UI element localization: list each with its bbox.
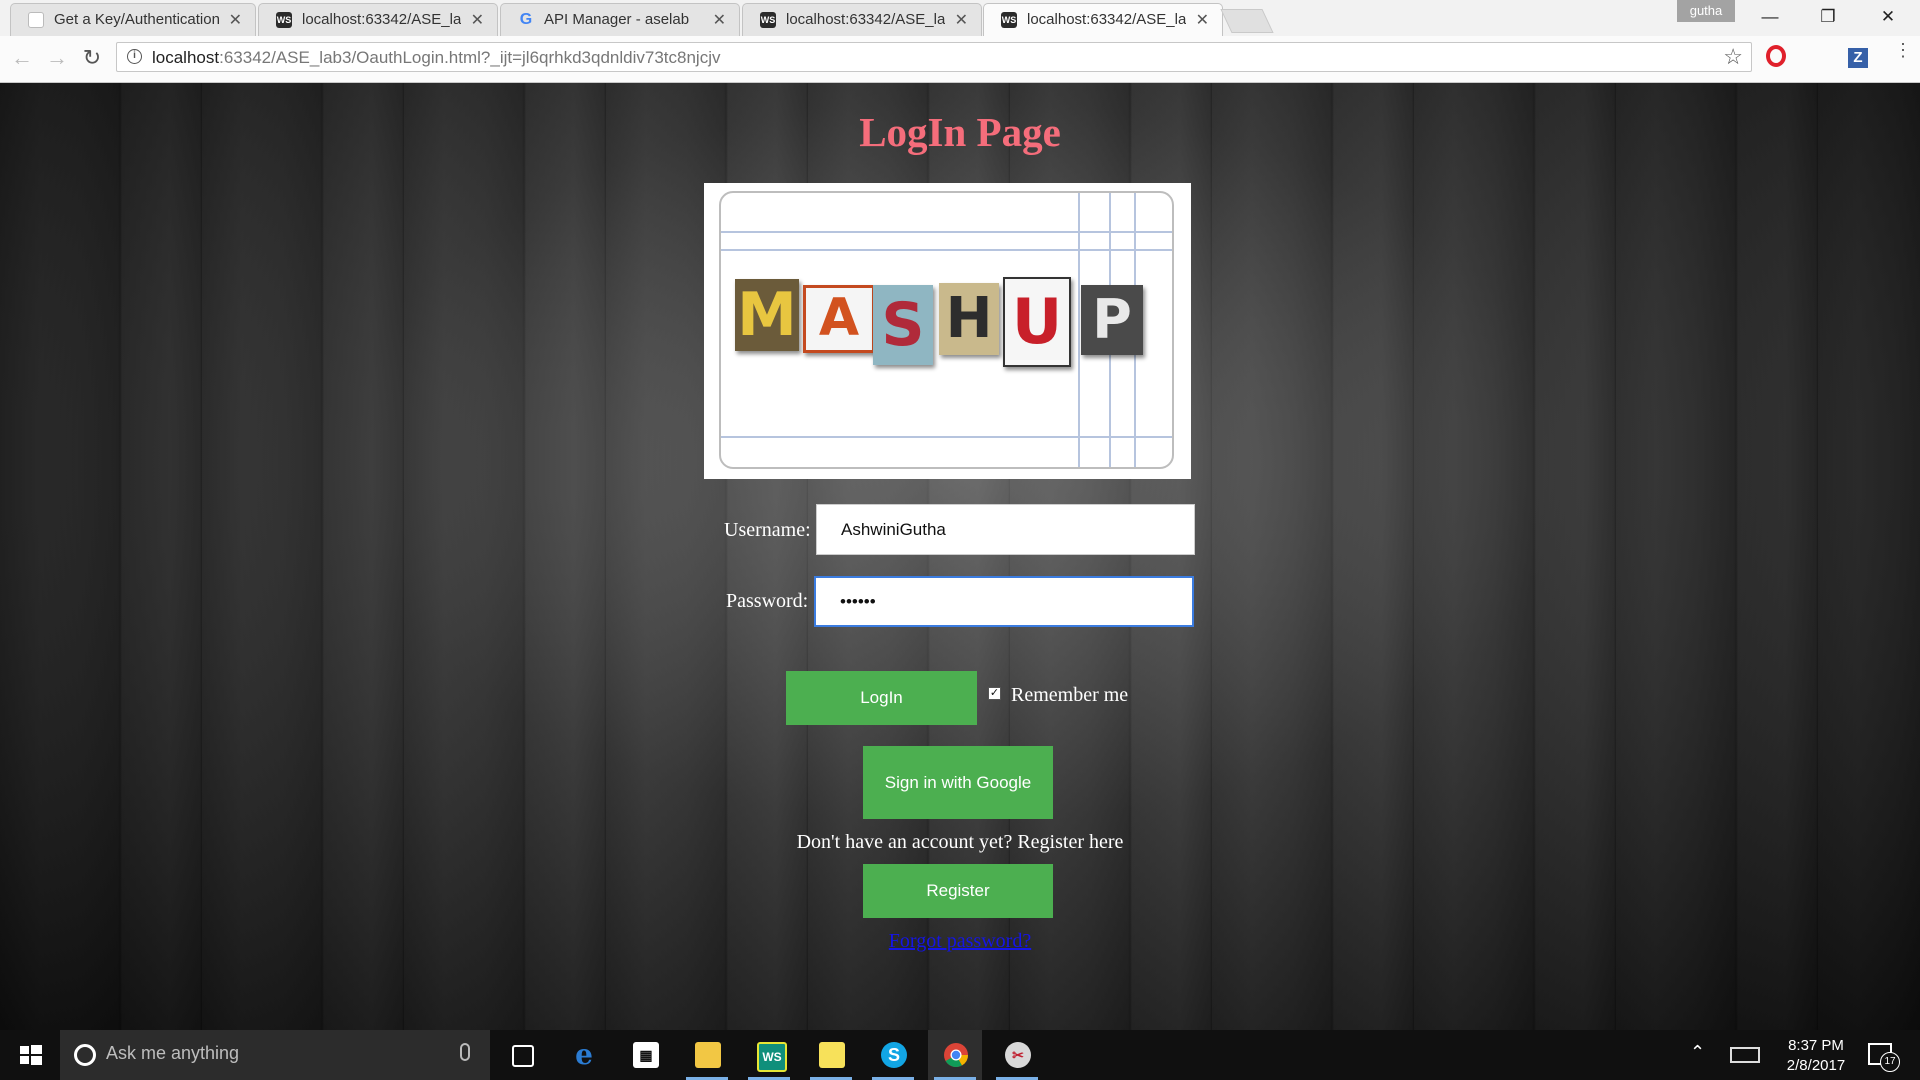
close-icon[interactable]: ✕ — [955, 10, 968, 30]
clock-date: 2/8/2017 — [1786, 1057, 1846, 1074]
taskbar-snipping-tool[interactable]: ✂ — [990, 1030, 1044, 1080]
browser-menu-icon[interactable]: ⋮ — [1894, 41, 1912, 59]
google-g-icon: G — [519, 11, 533, 28]
tab-title: localhost:63342/ASE_lab — [302, 11, 461, 28]
reload-icon[interactable]: ↻ — [79, 45, 105, 71]
webstorm-icon: WS — [757, 1042, 787, 1072]
system-clock[interactable]: 8:37 PM 2/8/2017 — [1780, 1036, 1852, 1076]
show-hidden-icons-chevron-icon[interactable]: ⌃ — [1690, 1042, 1705, 1063]
notification-count-badge: 17 — [1880, 1052, 1900, 1072]
close-icon[interactable]: ✕ — [471, 10, 484, 30]
back-arrow-icon[interactable]: ← — [9, 45, 35, 71]
password-label: Password: — [726, 590, 809, 612]
logo-paper: M A S H U P — [719, 191, 1174, 469]
close-window-button[interactable]: ✕ — [1860, 0, 1916, 34]
start-button[interactable] — [0, 1030, 60, 1080]
logo-letter-h: H — [939, 283, 999, 355]
tab-title: localhost:63342/ASE_lab — [786, 11, 945, 28]
address-bar[interactable]: i localhost:63342/ASE_lab3/OauthLogin.ht… — [116, 42, 1752, 72]
logo-letter-a: A — [803, 285, 875, 353]
taskbar-edge[interactable]: e — [556, 1030, 610, 1080]
tab-get-a-key[interactable]: Get a Key/Authentication ✕ — [10, 3, 256, 36]
remember-me-label: Remember me — [1011, 684, 1129, 706]
tab-title: API Manager - aselab — [544, 11, 690, 28]
url-path: :63342/ASE_lab3/OauthLogin.html?_ijt=jl6… — [219, 48, 721, 67]
touch-keyboard-icon[interactable] — [1730, 1047, 1760, 1063]
forgot-password-link[interactable]: Forgot password? — [0, 930, 1920, 953]
sticky-notes-icon — [819, 1042, 845, 1068]
close-icon[interactable]: ✕ — [713, 10, 726, 30]
profile-badge[interactable]: gutha — [1677, 0, 1735, 22]
browser-tab-strip: Get a Key/Authentication ✕ WS localhost:… — [0, 0, 1920, 37]
logo-letter-u: U — [1003, 277, 1071, 367]
webstorm-icon: WS — [276, 12, 292, 28]
snipping-tool-icon: ✂ — [1005, 1042, 1031, 1068]
login-page: LogIn Page M A S H U P Username: Passwor… — [0, 83, 1920, 1030]
username-label: Username: — [724, 519, 811, 541]
opera-extension-icon[interactable] — [1766, 45, 1786, 67]
minimize-button[interactable]: — — [1742, 0, 1798, 34]
webstorm-icon: WS — [760, 12, 776, 28]
close-icon[interactable]: ✕ — [229, 10, 242, 30]
tab-localhost-active[interactable]: WS localhost:63342/ASE_lab ✕ — [983, 3, 1223, 36]
restore-button[interactable]: ❐ — [1800, 0, 1856, 34]
info-icon[interactable]: i — [127, 49, 142, 64]
taskbar-webstorm[interactable]: WS — [742, 1030, 796, 1080]
remember-me-checkbox[interactable]: ✓ — [988, 687, 1001, 700]
bookmark-star-icon[interactable]: ☆ — [1723, 44, 1743, 70]
edge-icon: e — [575, 1038, 593, 1071]
store-icon: ▦ — [633, 1042, 659, 1068]
task-view-button[interactable] — [494, 1030, 548, 1080]
taskbar-chrome[interactable] — [928, 1030, 982, 1080]
tab-title: localhost:63342/ASE_lab — [1027, 11, 1186, 28]
webstorm-icon: WS — [1001, 12, 1017, 28]
task-view-icon — [512, 1045, 534, 1067]
close-icon[interactable]: ✕ — [1196, 10, 1209, 30]
cortana-search-box[interactable]: Ask me anything — [60, 1030, 490, 1080]
windows-logo-icon — [20, 1045, 42, 1065]
microphone-icon[interactable] — [460, 1043, 470, 1061]
logo-letter-s: S — [873, 285, 933, 365]
search-placeholder: Ask me anything — [106, 1043, 240, 1063]
key-page-icon — [28, 12, 44, 28]
login-button[interactable]: LogIn — [786, 671, 977, 725]
browser-toolbar: ← → ↻ i localhost:63342/ASE_lab3/OauthLo… — [0, 36, 1920, 83]
zotero-extension-icon[interactable]: Z — [1848, 48, 1868, 68]
register-button[interactable]: Register — [863, 864, 1053, 918]
username-input[interactable] — [816, 504, 1195, 555]
taskbar-skype[interactable]: S — [866, 1030, 920, 1080]
taskbar-file-explorer[interactable] — [680, 1030, 734, 1080]
tab-api-manager[interactable]: G API Manager - aselab ✕ — [500, 3, 740, 36]
url-host: localhost — [152, 48, 220, 67]
new-tab-button[interactable] — [1220, 9, 1274, 33]
cortana-icon — [74, 1044, 96, 1066]
windows-taskbar: Ask me anything e ▦ WS S ✂ ⌃ 8:37 PM 2/8… — [0, 1030, 1920, 1080]
logo-letter-m: M — [735, 279, 799, 351]
tab-title: Get a Key/Authentication — [54, 11, 219, 28]
register-prompt: Don't have an account yet? Register here — [796, 831, 1124, 853]
forward-arrow-icon[interactable]: → — [44, 45, 70, 71]
taskbar-sticky-notes[interactable] — [804, 1030, 858, 1080]
clock-time: 8:37 PM — [1788, 1037, 1844, 1054]
folder-icon — [695, 1042, 721, 1068]
google-signin-button[interactable]: Sign in with Google — [863, 746, 1053, 819]
skype-icon: S — [881, 1042, 907, 1068]
logo-letter-p: P — [1081, 285, 1143, 355]
tab-localhost-2[interactable]: WS localhost:63342/ASE_lab ✕ — [742, 3, 982, 36]
mashup-logo: M A S H U P — [704, 183, 1191, 479]
url-text: localhost:63342/ASE_lab3/OauthLogin.html… — [152, 48, 720, 68]
chrome-icon — [944, 1043, 968, 1068]
page-title: LogIn Page — [859, 109, 1061, 155]
password-input[interactable] — [814, 576, 1194, 627]
taskbar-store[interactable]: ▦ — [618, 1030, 672, 1080]
tab-localhost-1[interactable]: WS localhost:63342/ASE_lab ✕ — [258, 3, 498, 36]
